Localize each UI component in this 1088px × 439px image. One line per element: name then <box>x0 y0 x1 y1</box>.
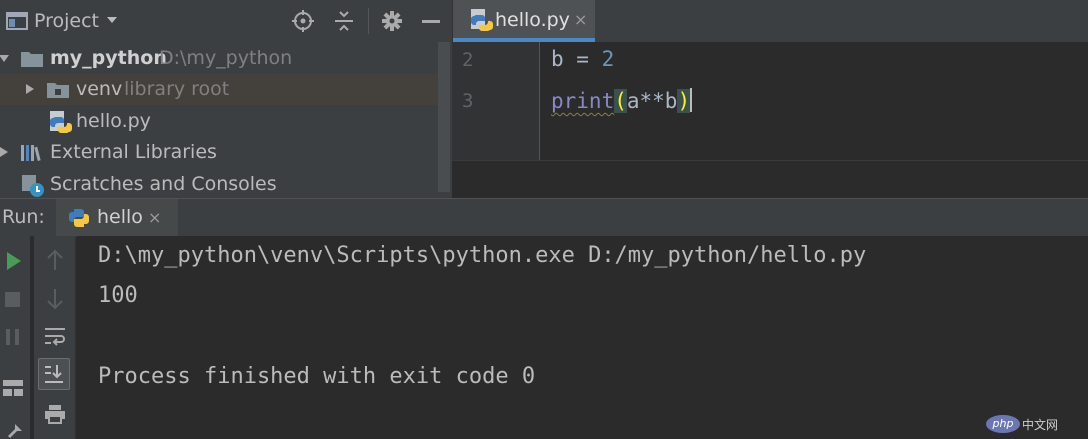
close-icon[interactable]: × <box>148 208 161 227</box>
layout-icon[interactable] <box>2 379 24 397</box>
editor-empty-area[interactable] <box>452 160 1088 198</box>
tab-label: hello.py <box>495 9 570 31</box>
tree-item-venv[interactable]: venv library root <box>0 74 438 105</box>
tree-item-label: hello.py <box>76 106 151 137</box>
folder-icon <box>20 49 44 69</box>
code-token-paren-open: ( <box>614 89 627 113</box>
arrow-down-icon[interactable] <box>46 288 64 310</box>
project-header: Project <box>0 0 452 42</box>
python-file-icon <box>469 8 493 32</box>
toolbar-divider <box>368 8 369 34</box>
python-icon <box>68 207 90 229</box>
chevron-down-icon[interactable] <box>0 52 10 64</box>
editor-tab-bar: hello.py × <box>452 0 1088 42</box>
code-line[interactable]: b = 2 <box>551 47 614 71</box>
run-tab-hello[interactable]: hello × <box>56 199 178 237</box>
scroll-to-end-button[interactable] <box>38 358 70 390</box>
libraries-icon <box>20 143 44 163</box>
chevron-right-icon[interactable] <box>24 83 36 95</box>
run-toolbar-secondary <box>34 236 76 439</box>
tab-hello-py[interactable]: hello.py × <box>453 0 595 42</box>
project-panel: Project <box>0 0 452 198</box>
line-number: 3 <box>462 90 473 112</box>
code-token-operator: = <box>564 47 602 71</box>
print-icon[interactable] <box>44 404 66 424</box>
console-output-line: 100 <box>98 283 138 308</box>
tree-item-label: External Libraries <box>50 137 217 168</box>
php-logo: php <box>986 415 1020 433</box>
arrow-up-icon[interactable] <box>46 249 64 271</box>
text-caret <box>690 88 692 112</box>
tree-item-path: D:\my_python <box>159 43 292 74</box>
tree-item-label: venv <box>76 74 122 105</box>
tree-item-hint: library root <box>124 74 229 105</box>
code-editor[interactable]: 2 3 b = 2 print(a**b) <box>452 42 1088 198</box>
chevron-down-icon[interactable] <box>106 14 118 26</box>
code-token-paren-close: ) <box>677 89 690 113</box>
run-header: Run: hello × <box>0 198 1088 236</box>
python-file-icon <box>48 110 72 134</box>
scroll-to-end-icon <box>43 363 65 385</box>
close-icon[interactable]: × <box>574 10 587 29</box>
pin-icon[interactable] <box>4 422 24 439</box>
code-line[interactable]: print(a**b) <box>551 88 692 113</box>
watermark-text: 中文网 <box>1022 416 1082 433</box>
run-console[interactable]: D:\my_python\venv\Scripts\python.exe D:/… <box>77 236 1088 439</box>
minimize-icon[interactable] <box>420 10 442 32</box>
tree-item-external-libraries[interactable]: External Libraries <box>0 137 438 168</box>
project-view-icon <box>6 12 28 30</box>
tree-item-label: my_python <box>50 43 167 74</box>
pause-icon[interactable] <box>4 328 22 346</box>
folder-library-icon <box>46 80 70 100</box>
chevron-right-icon[interactable] <box>0 146 10 158</box>
soft-wrap-icon[interactable] <box>44 326 66 346</box>
site-watermark: php 中文网 <box>982 415 1082 435</box>
target-icon[interactable] <box>292 10 314 32</box>
console-command-line: D:\my_python\venv\Scripts\python.exe D:/… <box>98 243 866 268</box>
code-token-number: 2 <box>602 47 615 71</box>
project-scrollbar[interactable] <box>438 42 450 192</box>
line-number: 2 <box>462 49 473 71</box>
console-exit-line: Process finished with exit code 0 <box>98 364 535 389</box>
tree-item-label: Scratches and Consoles <box>50 169 277 200</box>
code-token-variable: b <box>551 47 564 71</box>
line-gutter: 2 3 <box>452 42 540 160</box>
run-label: Run: <box>2 206 45 228</box>
code-token-expression: a**b <box>627 89 678 113</box>
run-toolbar-primary <box>0 236 30 439</box>
tree-item-hello-py[interactable]: hello.py <box>0 106 438 137</box>
stop-icon[interactable] <box>4 291 22 309</box>
code-token-builtin: print <box>551 89 614 113</box>
tree-item-my-python[interactable]: my_python D:\my_python <box>0 43 438 74</box>
scratches-icon <box>20 173 46 199</box>
collapse-all-icon[interactable] <box>333 10 355 32</box>
run-tab-label: hello <box>97 206 143 228</box>
gear-icon[interactable] <box>381 10 403 32</box>
tree-item-scratches[interactable]: Scratches and Consoles <box>0 169 438 200</box>
project-view-title[interactable]: Project <box>34 10 99 32</box>
rerun-icon[interactable] <box>5 251 23 271</box>
